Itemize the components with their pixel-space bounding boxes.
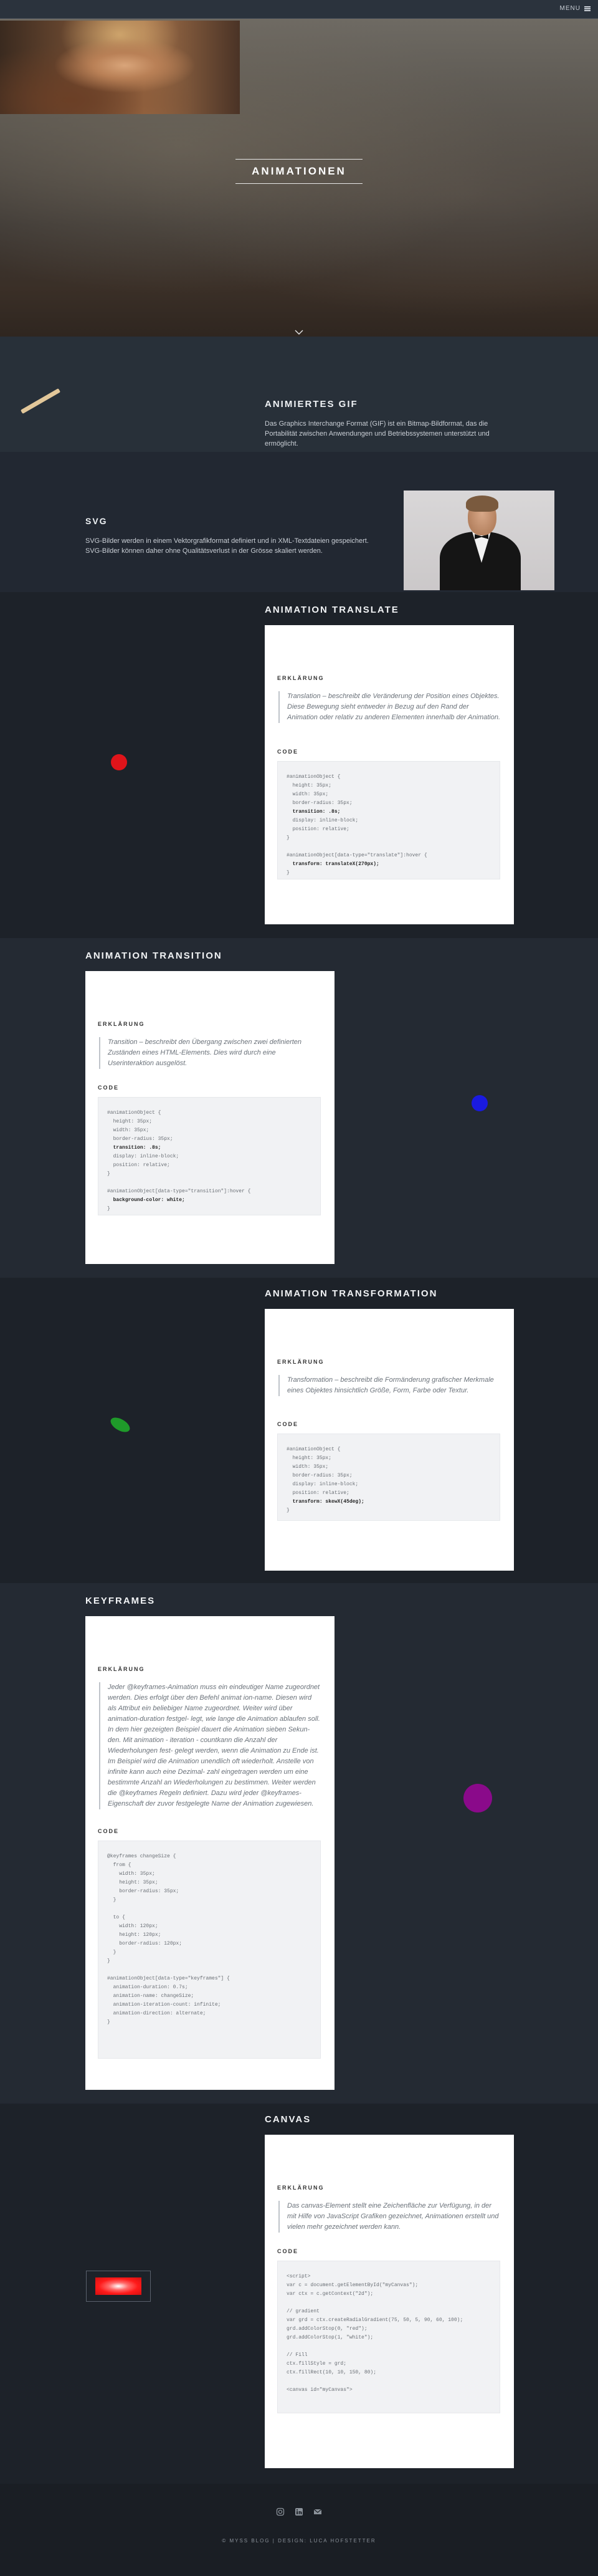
code-block: #animationObject { height: 35px; width: … [277,1434,500,1521]
explanation-label: ERKLÄRUNG [277,2185,325,2191]
translate-demo-dot [111,754,127,770]
gif-title: ANIMIERTES GIF [265,399,358,409]
explanation-label: ERKLÄRUNG [98,1021,145,1027]
hamburger-icon [584,6,591,11]
canvas-demo-gradient [95,2277,141,2295]
code-block: <script> var c = document.getElementById… [277,2261,500,2413]
explanation-text: Jeder @keyframes-Animation muss ein eind… [99,1682,321,1809]
svg-title: SVG [85,516,108,526]
explanation-text: Transition – beschreibt den Übergang zwi… [99,1037,321,1069]
menu-label: MENU [559,5,581,12]
portrait-hair [466,496,498,512]
transform-card: ERKLÄRUNG Transformation – beschreibt di… [265,1309,514,1571]
explanation-text: Das canvas-Element stellt eine Zeichenfl… [278,2201,500,2233]
svg-description: SVG-Bilder werden in einem Vektorgrafikf… [85,537,369,555]
translate-title: ANIMATION TRANSLATE [265,605,399,615]
keyframes-title: KEYFRAMES [85,1596,156,1606]
keyframes-card: ERKLÄRUNG Jeder @keyframes-Animation mus… [85,1616,335,2090]
code-block: #animationObject { height: 35px; width: … [277,761,500,879]
code-label: CODE [277,2248,299,2254]
transform-title: ANIMATION TRANSFORMATION [265,1288,438,1299]
top-nav: MENU [0,0,598,19]
code-label: CODE [277,749,299,755]
menu-button[interactable]: MENU [560,5,591,12]
canvas-title: CANVAS [265,2114,311,2125]
footer [0,2484,598,2576]
code-label: CODE [277,1421,299,1427]
code-block: #animationObject { height: 35px; width: … [98,1097,321,1215]
animated-gif-image [0,21,240,114]
svg-portrait-image [404,491,554,590]
transition-card: ERKLÄRUNG Transition – beschreibt den Üb… [85,971,335,1264]
explanation-label: ERKLÄRUNG [277,675,325,681]
explanation-text: Translation – beschreibt die Veränderung… [278,691,500,723]
linkedin-icon[interactable] [295,2507,303,2516]
explanation-label: ERKLÄRUNG [277,1359,325,1365]
chevron-down-icon[interactable] [294,327,304,337]
keyframes-demo-dot [463,1784,492,1812]
transition-title: ANIMATION TRANSITION [85,950,222,961]
canvas-demo-frame [86,2271,151,2302]
copyright-text: © MYSS BLOG | DESIGN: LUCA HOFSTETTER [222,2538,376,2544]
hero-title: ANIMATIONEN [235,159,363,184]
code-block: @keyframes changeSize { from { width: 35… [98,1841,321,2059]
code-label: CODE [98,1085,120,1091]
canvas-card: ERKLÄRUNG Das canvas-Element stellt eine… [265,2135,514,2468]
translate-card: ERKLÄRUNG Translation – beschreibt die V… [265,625,514,924]
gif-description: Das Graphics Interchange Format (GIF) is… [265,420,490,448]
explanation-text: Transformation – beschreibt die Formände… [278,1375,500,1396]
instagram-icon[interactable] [276,2507,285,2516]
explanation-label: ERKLÄRUNG [98,1666,145,1672]
code-label: CODE [98,1828,120,1834]
mail-icon[interactable] [313,2507,322,2516]
transition-demo-dot[interactable] [472,1095,488,1111]
